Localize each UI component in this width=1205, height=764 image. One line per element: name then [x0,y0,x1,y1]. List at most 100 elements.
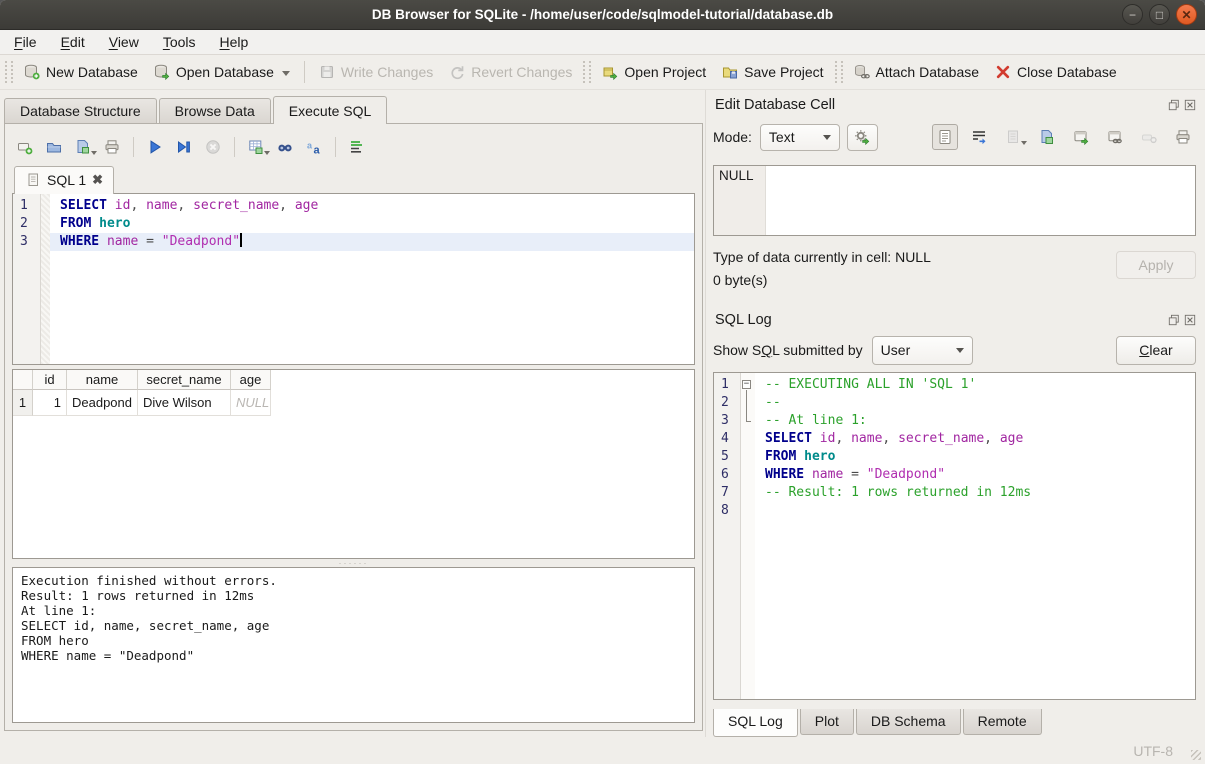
window-controls: − □ ✕ [1122,4,1197,25]
column-header-name[interactable]: name [67,370,138,390]
menu-file[interactable]: File [14,34,37,50]
execution-message[interactable]: Execution finished without errors. Resul… [12,567,695,723]
cell-secret-name[interactable]: Dive Wilson [138,390,231,416]
find-button[interactable] [272,134,298,160]
cell-value-editor[interactable]: NULL [713,165,1196,236]
cell-age[interactable]: NULL [231,390,271,416]
stop-icon [205,139,221,155]
fold-margin [41,194,50,364]
print-sql-button[interactable] [99,134,125,160]
open-database-button[interactable]: Open Database [146,60,298,84]
export-results-button[interactable] [243,134,269,160]
mode-combobox[interactable]: Text [760,124,840,151]
text-mode-button[interactable] [932,124,958,150]
fold-marker[interactable]: − [741,376,755,394]
menu-view[interactable]: View [109,34,139,50]
open-external-button[interactable] [1068,124,1094,150]
tab-plot[interactable]: Plot [800,709,854,735]
open-database-dropdown-arrow[interactable] [282,71,290,76]
float-dock-icon[interactable] [1168,314,1180,326]
results-table-widget[interactable]: id name secret_name age 1 1 Deadpond Div… [12,369,695,559]
execute-sql-page: aa SQL 1 ✖ 123 SELECT id, name, [4,123,703,731]
line-number: 3 [714,412,740,430]
import-data-button[interactable] [1000,124,1026,150]
row-header[interactable]: 1 [13,390,33,416]
apply-button[interactable]: Apply [1116,251,1196,279]
attach-database-button[interactable]: Attach Database [846,60,988,84]
main-toolbar: New Database Open Database Write Changes… [0,55,1205,90]
submitted-by-combobox[interactable]: User [872,336,973,365]
execute-current-line-button[interactable] [171,134,197,160]
edit-cell-dock-header: Edit Database Cell [713,94,1196,116]
tab-sql-log[interactable]: SQL Log [713,709,798,737]
resize-grip[interactable] [1191,750,1201,760]
write-changes-button[interactable]: Write Changes [311,60,441,84]
clear-log-button[interactable]: Clear [1116,336,1196,365]
save-project-button[interactable]: Save Project [714,60,831,84]
line-number: 4 [714,430,740,448]
tab-database-structure[interactable]: Database Structure [4,98,157,123]
toolbar-handle[interactable] [583,61,591,83]
splitter-handle[interactable]: ······ [12,559,695,567]
word-wrap-button[interactable] [966,124,992,150]
open-sql-file-button[interactable] [41,134,67,160]
menu-tools[interactable]: Tools [163,34,196,50]
menu-help[interactable]: Help [220,34,249,50]
line-number: 8 [714,502,740,520]
stop-execution-button[interactable] [200,134,226,160]
new-database-button[interactable]: New Database [16,60,146,84]
close-button[interactable]: ✕ [1176,4,1197,25]
auto-apply-button[interactable] [847,124,878,151]
export-data-button[interactable] [1034,124,1060,150]
auto-format-button[interactable]: aa [301,134,327,160]
main-content: Database Structure Browse Data Execute S… [0,90,1205,737]
write-changes-icon [319,64,335,80]
cell-size-info: 0 byte(s) [713,272,931,288]
close-tab-icon[interactable]: ✖ [92,172,103,188]
column-header-secret-name[interactable]: secret_name [138,370,231,390]
sql-log-view[interactable]: 12345678 − -- EXECUTING ALL IN 'SQL 1'--… [713,372,1196,700]
title-bar[interactable]: DB Browser for SQLite - /home/user/code/… [0,0,1205,30]
float-dock-icon[interactable] [1168,99,1180,111]
execute-all-button[interactable] [142,134,168,160]
cell-id[interactable]: 1 [33,390,67,416]
cell-name[interactable]: Deadpond [67,390,138,416]
print-cell-button[interactable] [1170,124,1196,150]
line-number: 1 [13,197,40,215]
save-dropdown-arrow[interactable] [91,151,97,155]
maximize-button[interactable]: □ [1149,4,1170,25]
open-sql-tab-button[interactable] [12,134,38,160]
close-dock-icon[interactable] [1184,314,1196,326]
set-null-button[interactable] [1136,124,1162,150]
fold-marker [741,430,755,448]
tab-db-schema[interactable]: DB Schema [856,709,961,735]
line-number: 2 [714,394,740,412]
column-header-id[interactable]: id [33,370,67,390]
menu-bar: File Edit View Tools Help [0,30,1205,55]
revert-changes-icon [449,64,465,80]
menu-edit[interactable]: Edit [61,34,85,50]
toolbar-handle[interactable] [5,61,13,83]
tab-remote[interactable]: Remote [963,709,1042,735]
sql-log-code[interactable]: -- EXECUTING ALL IN 'SQL 1'---- At line … [755,373,1195,699]
close-dock-icon[interactable] [1184,99,1196,111]
export-dropdown-arrow[interactable] [264,151,270,155]
close-database-icon [995,64,1011,80]
minimize-button[interactable]: − [1122,4,1143,25]
gear-icon [854,129,870,145]
toolbar-handle[interactable] [835,61,843,83]
revert-changes-button[interactable]: Revert Changes [441,60,580,84]
save-sql-file-button[interactable] [70,134,96,160]
code-line: FROM hero [50,215,694,233]
sql-code[interactable]: SELECT id, name, secret_name, ageFROM he… [50,194,694,364]
open-project-button[interactable]: Open Project [594,60,714,84]
sql-editor[interactable]: 123 SELECT id, name, secret_name, ageFRO… [12,193,695,365]
toggle-results-button[interactable] [344,134,370,160]
cell-null-gutter: NULL [714,166,766,235]
tab-browse-data[interactable]: Browse Data [159,98,271,123]
sql-1-tab[interactable]: SQL 1 ✖ [14,166,114,194]
close-database-button[interactable]: Close Database [987,60,1125,84]
copy-link-button[interactable] [1102,124,1128,150]
tab-execute-sql[interactable]: Execute SQL [273,96,388,124]
column-header-age[interactable]: age [231,370,271,390]
